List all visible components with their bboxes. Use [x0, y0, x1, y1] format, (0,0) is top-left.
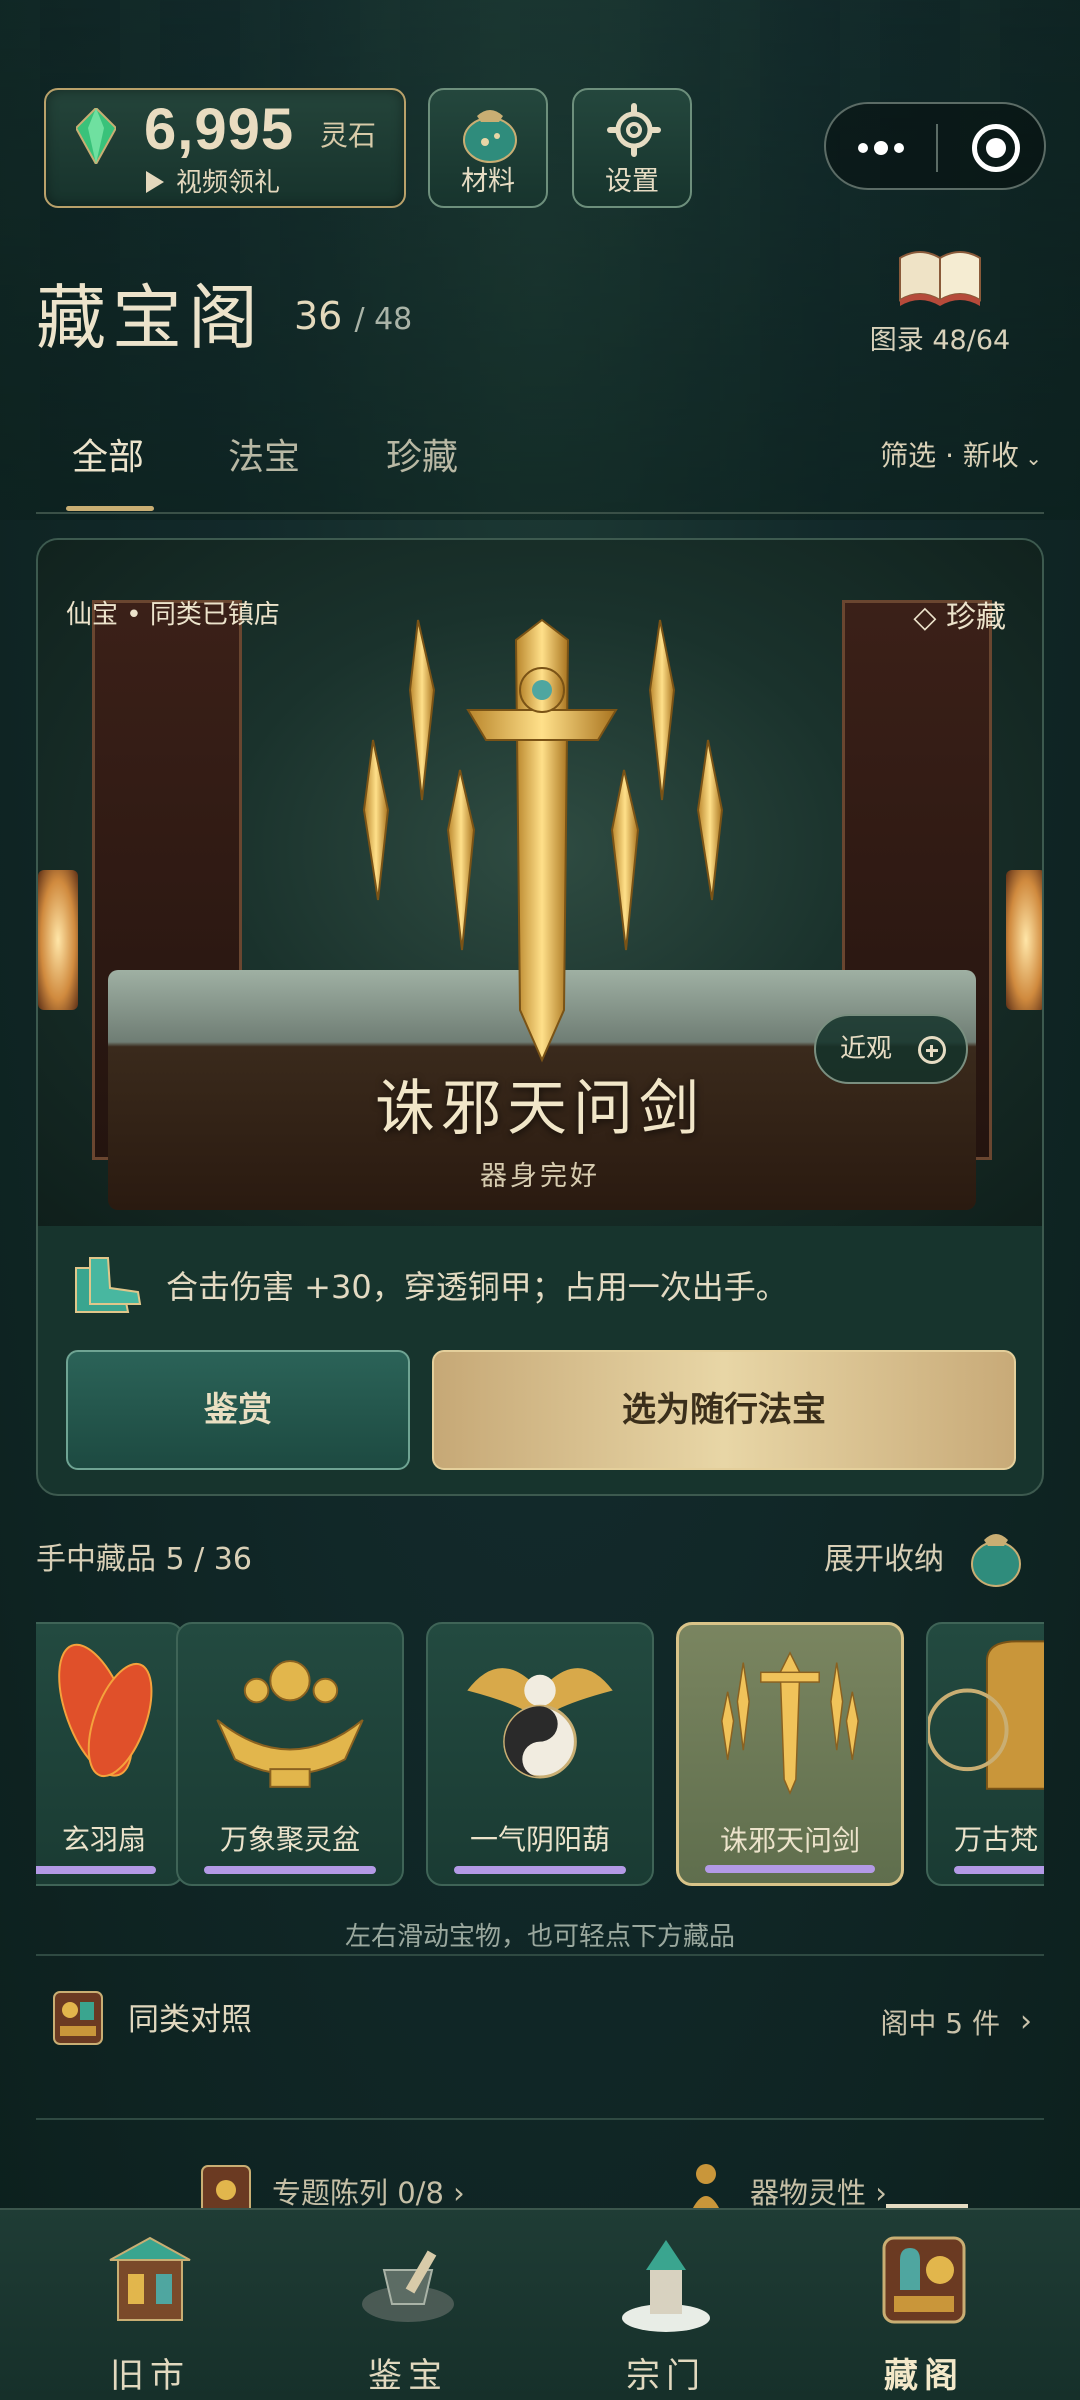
catalog-label: 图录 48/64	[869, 325, 1011, 356]
sword-icon	[721, 1651, 859, 1795]
featured-item-card: 仙宝 • 同类已镇店 ◇ 珍藏 近观 诛邪天问剑 器身完好 合击伤害 +30，穿…	[36, 538, 1044, 1496]
filter-sort-label: 筛选 · 新收	[880, 439, 1019, 472]
bell-icon	[928, 1640, 1044, 1790]
nav-treasury-label: 藏阁	[884, 2356, 964, 2396]
collection-card-name: 玄羽扇	[61, 1823, 146, 1856]
miniprogram-capsule	[824, 102, 1046, 190]
tab-collectibles[interactable]: 珍藏	[386, 428, 458, 480]
similar-comparison-label: 同类对照	[128, 2002, 252, 2038]
treasure-shelf-icon	[882, 2236, 966, 2324]
bottom-navigation: 旧市 鉴宝 宗门 藏阁	[0, 2208, 1080, 2400]
settings-button[interactable]: 设置	[572, 88, 692, 208]
nav-sect[interactable]: 宗门	[566, 2230, 766, 2400]
collection-card-name: 诛邪天问剑	[719, 1824, 860, 1857]
nav-appraise-label: 鉴宝	[368, 2356, 448, 2396]
gourd-icon	[467, 1668, 613, 1779]
item-spirit-link[interactable]: 器物灵性 ›	[750, 2170, 887, 2212]
treasure-favorite-tag[interactable]: ◇ 珍藏	[913, 592, 1006, 636]
collection-header: 手中藏品 5 / 36 展开收纳	[36, 1534, 1044, 1587]
rarity-bar	[204, 1866, 376, 1874]
carousel-hint: 左右滑动宝物，也可轻点下方藏品	[344, 1922, 735, 1952]
material-pouch-icon	[463, 110, 517, 163]
mortar-pestle-icon	[362, 2250, 454, 2322]
collection-count: 36 / 48	[294, 294, 412, 338]
similar-count: 阁中 5 件	[880, 2007, 1000, 2040]
feather-fan-icon	[58, 1643, 153, 1778]
select-companion-button[interactable]: 选为随行法宝	[432, 1350, 1016, 1470]
market-stall-icon	[109, 2236, 191, 2321]
nav-appraise[interactable]: 鉴宝	[308, 2230, 508, 2400]
collection-carousel[interactable]: 玄羽扇 万象聚灵盆 一气阴阳葫 诛邪天问剑 万古梵	[36, 1622, 1044, 1888]
tabs-divider	[36, 512, 1044, 514]
expand-storage-button[interactable]: 展开收纳	[824, 1534, 944, 1578]
chevron-down-icon: ⌄	[1018, 446, 1042, 470]
nav-sect-label: 宗门	[626, 2356, 706, 2396]
collection-card-name: 一气阴阳葫	[469, 1823, 610, 1856]
collection-card[interactable]: 万古梵	[926, 1622, 1044, 1886]
play-icon	[146, 171, 164, 193]
collection-card[interactable]: 万象聚灵盆	[176, 1622, 404, 1886]
boots-icon	[75, 1257, 142, 1313]
item-effect-text: 合击伤害 +30，穿透铜甲；占用一次出手。	[166, 1268, 788, 1306]
appraise-button[interactable]: 鉴赏	[66, 1350, 410, 1470]
jade-gem-icon	[76, 108, 116, 164]
materials-label: 材料	[461, 166, 515, 197]
video-reward-link[interactable]: 视频领礼	[146, 162, 280, 199]
nav-old-market[interactable]: 旧市	[50, 2230, 250, 2400]
video-reward-label: 视频领礼	[176, 168, 281, 198]
featured-item-condition: 器身完好	[480, 1161, 600, 1192]
section-divider	[36, 1954, 1044, 1956]
spirit-stone-panel[interactable]: 6,995 灵石 视频领礼	[44, 88, 406, 208]
collection-card-name: 万古梵	[954, 1823, 1039, 1856]
nav-treasury[interactable]: 藏阁	[824, 2230, 1024, 2400]
settings-label: 设置	[605, 166, 659, 197]
tab-treasure[interactable]: 法宝	[228, 428, 300, 480]
category-tabs: 全部 法宝 珍藏 筛选 · 新收 ⌄	[0, 420, 1080, 514]
collection-count-label: 手中藏品 5 / 36	[36, 1542, 252, 1577]
display-cabinet-icon	[53, 1991, 103, 2045]
collection-card[interactable]: 玄羽扇	[36, 1622, 184, 1886]
nav-old-market-label: 旧市	[110, 2356, 190, 2396]
capsule-divider	[936, 124, 938, 172]
filter-sort-button[interactable]: 筛选 · 新收 ⌄	[880, 434, 1042, 474]
gear-icon	[607, 103, 661, 157]
materials-button[interactable]: 材料	[428, 88, 548, 208]
active-tab-indicator	[66, 506, 154, 511]
item-effect-row: 合击伤害 +30，穿透铜甲；占用一次出手。	[38, 1226, 1042, 1342]
chevron-right-icon: ›	[1020, 2004, 1032, 2039]
spirit-stone-amount: 6,995	[144, 97, 295, 162]
lotus-bowl-icon	[216, 1660, 364, 1788]
similar-comparison-row[interactable]: 同类对照 阁中 5 件 ›	[36, 1980, 1044, 2060]
sect-temple-icon	[622, 2240, 710, 2332]
tab-all[interactable]: 全部	[72, 428, 144, 480]
rarity-bar	[954, 1866, 1044, 1874]
close-miniprogram-icon[interactable]	[972, 124, 1020, 172]
catalog-button[interactable]: 图录 48/64	[860, 238, 1020, 357]
item-tags: 仙宝 • 同类已镇店	[66, 600, 280, 630]
collection-card[interactable]: 一气阴阳葫	[426, 1622, 654, 1886]
collection-card-name: 万象聚灵盆	[219, 1823, 360, 1856]
collection-card-selected[interactable]: 诛邪天问剑	[676, 1622, 904, 1886]
owned-count: 36	[294, 294, 343, 338]
open-book-icon	[899, 251, 981, 306]
storage-pouch-icon[interactable]	[964, 1520, 1028, 1590]
themed-exhibit-link[interactable]: 专题陈列 0/8 ›	[272, 2170, 465, 2212]
featured-item-name: 诛邪天问剑	[375, 1074, 705, 1144]
spirit-stone-unit: 灵石	[320, 119, 377, 152]
rarity-bar	[36, 1866, 156, 1874]
more-options-icon[interactable]	[858, 138, 910, 157]
page-title: 藏宝阁	[36, 277, 264, 359]
total-count: / 48	[354, 302, 413, 337]
rarity-bar	[705, 1865, 875, 1873]
rarity-bar	[454, 1866, 626, 1874]
section-divider	[36, 2118, 1044, 2120]
